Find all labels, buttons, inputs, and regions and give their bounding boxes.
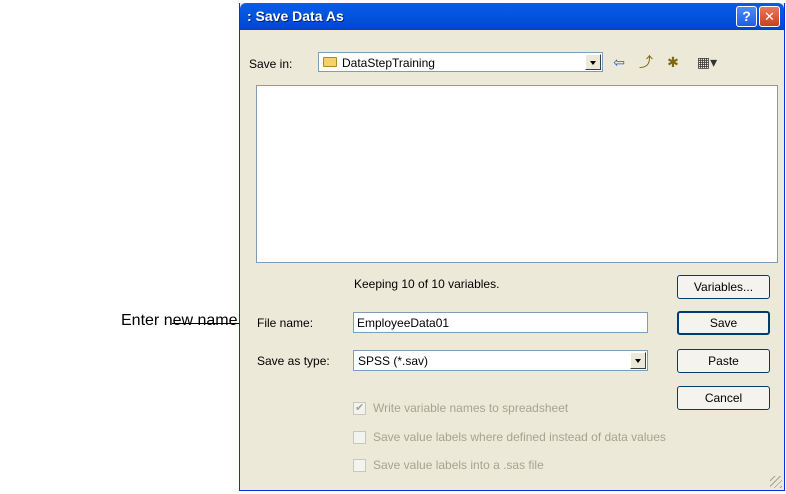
write-variable-names-checkbox[interactable]: [353, 401, 366, 415]
paste-button[interactable]: Paste: [677, 349, 770, 373]
save-as-type-label: Save as type:: [257, 354, 330, 368]
save-data-as-dialog: : Save Data As ? ✕ Save in: DataStepTrai…: [239, 3, 785, 491]
view-menu-icon[interactable]: ▦▾: [694, 53, 720, 71]
status-text: Keeping 10 of 10 variables.: [354, 277, 500, 291]
save-button[interactable]: Save: [677, 311, 770, 335]
variables-button[interactable]: Variables...: [677, 275, 770, 299]
save-value-labels-sas-label: Save value labels into a .sas file: [373, 458, 544, 472]
new-folder-icon[interactable]: ✱: [664, 53, 682, 71]
file-name-input[interactable]: [353, 312, 648, 333]
window-title: : Save Data As: [247, 8, 344, 24]
cancel-button[interactable]: Cancel: [677, 386, 770, 410]
save-value-labels-checkbox[interactable]: [353, 431, 366, 444]
up-folder-icon[interactable]: ⤴: [637, 53, 655, 71]
save-value-labels-sas-checkbox[interactable]: [353, 459, 366, 472]
folder-icon: [323, 57, 337, 67]
chevron-down-icon[interactable]: [630, 352, 646, 369]
title-bar[interactable]: : Save Data As ? ✕: [240, 3, 784, 30]
save-in-combo[interactable]: DataStepTraining: [318, 52, 603, 72]
close-button[interactable]: ✕: [759, 6, 780, 27]
save-in-value: DataStepTraining: [342, 56, 435, 70]
save-value-labels-label: Save value labels where defined instead …: [373, 430, 666, 444]
back-icon[interactable]: ⇦: [610, 53, 628, 71]
save-as-type-combo[interactable]: SPSS (*.sav): [353, 350, 648, 371]
file-name-label: File name:: [257, 316, 314, 330]
write-variable-names-label: Write variable names to spreadsheet: [373, 401, 569, 415]
file-list[interactable]: [256, 85, 778, 263]
save-in-label: Save in:: [249, 57, 293, 71]
chevron-down-icon[interactable]: [585, 54, 601, 70]
callout-label: Enter new name: [121, 312, 238, 329]
help-button[interactable]: ?: [736, 6, 757, 27]
resize-grip[interactable]: [770, 476, 782, 488]
save-as-type-value: SPSS (*.sav): [358, 354, 429, 368]
